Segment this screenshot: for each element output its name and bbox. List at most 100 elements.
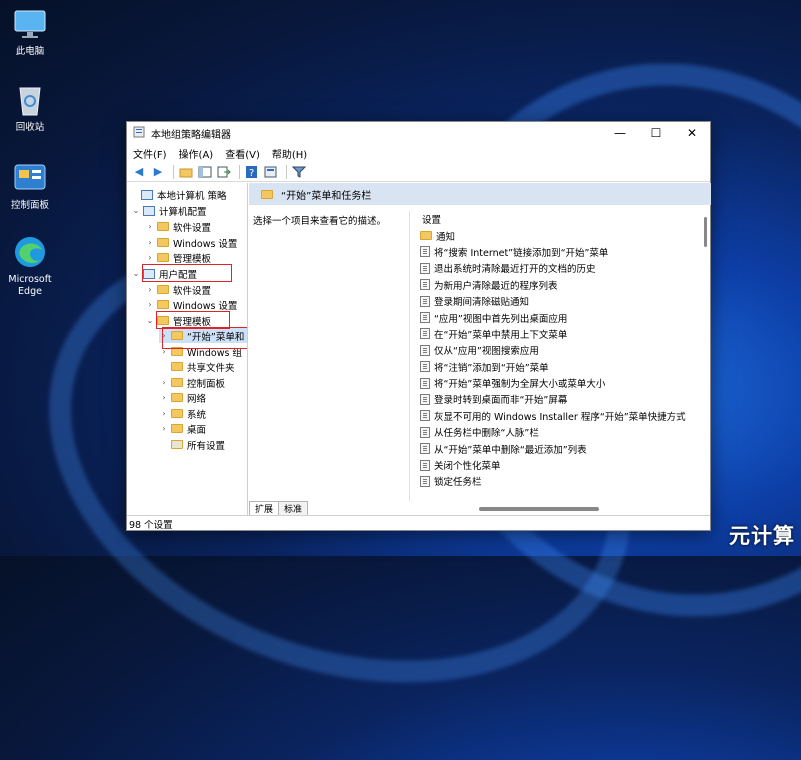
policy-item[interactable]: 为新用户清除最近的程序列表 [410, 277, 709, 293]
filter-icon[interactable] [291, 164, 307, 180]
chevron-down-icon[interactable]: ⌄ [145, 316, 155, 325]
maximize-button[interactable]: ☐ [638, 122, 674, 144]
folder-icon [157, 285, 169, 294]
policy-icon [420, 344, 430, 356]
tree-item-windows-settings[interactable]: › Windows 设置 [145, 297, 237, 312]
horizontal-scrollbar[interactable] [479, 507, 599, 511]
window-title: 本地组策略编辑器 [151, 129, 231, 141]
desktop-icon-label: Microsoft Edge [8, 274, 52, 297]
scrollbar-thumb[interactable] [703, 217, 707, 247]
tree-item-network[interactable]: › 网络 [159, 390, 206, 405]
tree-item-computer-config[interactable]: ⌄ 计算机配置 [131, 203, 207, 218]
tab-standard[interactable]: 标准 [278, 501, 309, 515]
policy-item[interactable]: 退出系统时清除最近打开的文档的历史 [410, 260, 709, 276]
up-folder-icon[interactable] [178, 164, 194, 180]
chevron-right-icon[interactable]: › [159, 424, 169, 433]
back-icon[interactable]: ◀ [131, 164, 147, 180]
policy-icon [420, 393, 430, 405]
tree-item-admin-templates[interactable]: › 管理模板 [145, 250, 211, 265]
desktop-icon-label: 此电脑 [15, 46, 45, 57]
policy-icon [420, 246, 430, 258]
export-list-icon[interactable] [216, 164, 232, 180]
folder-icon [157, 222, 169, 231]
desktop-icon-edge[interactable]: Microsoft Edge [0, 234, 60, 298]
forward-icon[interactable]: ▶ [150, 164, 166, 180]
minimize-button[interactable]: — [602, 122, 638, 144]
close-button[interactable]: ✕ [674, 122, 710, 144]
desktop-icon-label: 回收站 [15, 122, 45, 133]
tree-item-all-settings[interactable]: 所有设置 [159, 437, 225, 452]
column-header-settings[interactable]: 设置 [410, 211, 709, 227]
policy-item[interactable]: 在“开始”菜单中禁用上下文菜单 [410, 326, 709, 342]
desktop-icon-this-pc[interactable]: 此电脑 [0, 6, 60, 58]
desktop-icon-label: 控制面板 [10, 200, 49, 211]
toolbar-divider [286, 164, 287, 179]
policy-item[interactable]: 将“搜索 Internet”链接添加到“开始”菜单 [410, 244, 709, 260]
policy-item[interactable]: 灰显不可用的 Windows Installer 程序“开始”菜单快捷方式 [410, 408, 709, 424]
folder-icon [261, 189, 273, 199]
chevron-right-icon[interactable]: › [145, 238, 155, 247]
policy-icon [420, 328, 430, 340]
folder-icon [171, 440, 183, 449]
settings-list: 设置 通知 将“搜索 Internet”链接添加到“开始”菜单 退出系统时清除最… [409, 211, 709, 501]
help-icon[interactable]: ? [244, 164, 260, 180]
highlight-box [162, 327, 247, 349]
menu-action[interactable]: 操作(A) [179, 146, 214, 161]
folder-icon [171, 362, 183, 371]
monitor-icon [12, 6, 48, 42]
tree-item-system[interactable]: › 系统 [159, 406, 206, 421]
policy-item[interactable]: 锁定任务栏 [410, 473, 709, 489]
chevron-right-icon[interactable]: › [159, 378, 169, 387]
policy-icon [420, 426, 430, 438]
policy-item[interactable]: 仅从“应用”视图搜索应用 [410, 342, 709, 358]
policy-icon [420, 279, 430, 291]
toolbar: ◀ ▶ ? [127, 162, 710, 182]
chevron-right-icon[interactable]: › [145, 222, 155, 231]
tree-item-control-panel[interactable]: › 控制面板 [159, 375, 225, 390]
policy-icon [420, 443, 430, 455]
app-icon [133, 126, 145, 141]
policy-icon [420, 475, 430, 487]
tree-item-software-settings[interactable]: › 软件设置 [145, 282, 211, 297]
chevron-right-icon[interactable]: › [159, 409, 169, 418]
tree-item-desktop[interactable]: › 桌面 [159, 421, 206, 436]
policy-item[interactable]: 将“开始”菜单强制为全屏大小或菜单大小 [410, 375, 709, 391]
policy-item[interactable]: 将“注销”添加到“开始”菜单 [410, 359, 709, 375]
tree-item-windows-settings[interactable]: › Windows 设置 [145, 235, 237, 250]
policy-icon [420, 295, 430, 307]
folder-icon [157, 238, 169, 247]
chevron-down-icon[interactable]: ⌄ [131, 206, 141, 215]
policy-item[interactable]: 登录时转到桌面而非“开始”屏幕 [410, 391, 709, 407]
tree-item-shared-folders[interactable]: 共享文件夹 [159, 359, 235, 374]
chevron-right-icon[interactable]: › [145, 300, 155, 309]
menu-view[interactable]: 查看(V) [225, 146, 260, 161]
properties-icon[interactable] [263, 164, 279, 180]
list-item-folder[interactable]: 通知 [410, 227, 709, 243]
menu-file[interactable]: 文件(F) [133, 146, 167, 161]
chevron-right-icon[interactable]: › [159, 393, 169, 402]
menu-help[interactable]: 帮助(H) [272, 146, 307, 161]
policy-item[interactable]: “应用”视图中首先列出桌面应用 [410, 309, 709, 325]
desktop-icon-recycle-bin[interactable]: 回收站 [0, 82, 60, 134]
tree-item-software-settings[interactable]: › 软件设置 [145, 219, 211, 234]
toolbar-divider [239, 164, 240, 179]
vertical-scrollbar[interactable] [701, 211, 709, 501]
recycle-bin-icon [12, 82, 48, 118]
policy-item[interactable]: 从“开始”菜单中删除“最近添加”列表 [410, 440, 709, 456]
chevron-right-icon[interactable]: › [145, 253, 155, 262]
chevron-down-icon[interactable]: ⌄ [131, 269, 141, 278]
desktop-icon-control-panel[interactable]: 控制面板 [0, 160, 60, 212]
status-bar: 98 个设置 [127, 515, 710, 531]
policy-icon [420, 312, 430, 324]
tree-item-local-policy[interactable]: 本地计算机 策略 [129, 187, 227, 202]
policy-icon [420, 361, 430, 373]
chevron-right-icon[interactable]: › [145, 285, 155, 294]
show-hide-tree-icon[interactable] [197, 164, 213, 180]
policy-item[interactable]: 关闭个性化菜单 [410, 457, 709, 473]
policy-item[interactable]: 从任务栏中删除“人脉”栏 [410, 424, 709, 440]
toolbar-divider [173, 164, 174, 179]
policy-item[interactable]: 登录期间清除磁贴通知 [410, 293, 709, 309]
details-title: “开始”菜单和任务栏 [281, 190, 372, 202]
tab-extended[interactable]: 扩展 [249, 501, 280, 515]
title-bar[interactable]: 本地组策略编辑器 — ☐ ✕ [127, 122, 710, 144]
